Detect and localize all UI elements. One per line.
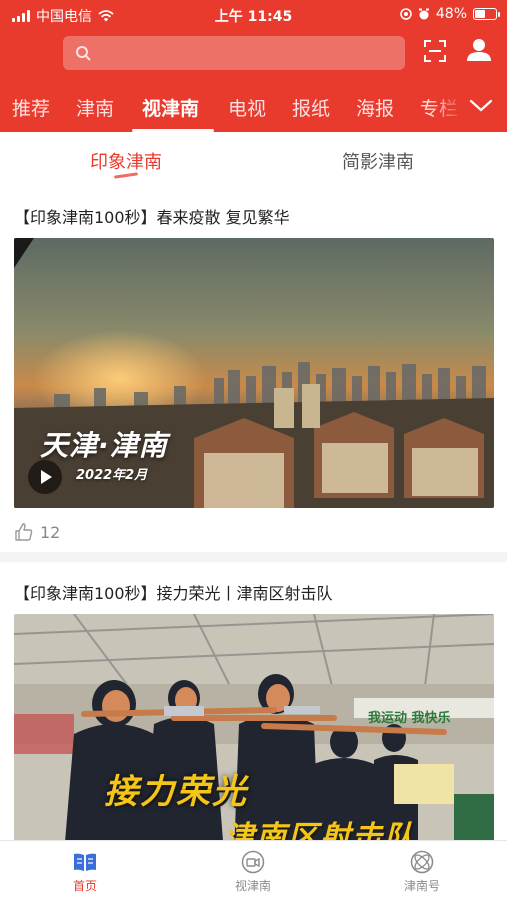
- nav-account-label: 津南号: [403, 879, 440, 893]
- tab-tv[interactable]: 电视: [228, 94, 266, 121]
- book-icon: [74, 853, 96, 871]
- video-card[interactable]: 【印象津南100秒】春来疫散 复见繁华 天津·津南 2022年2月 12: [0, 188, 507, 562]
- nav-video[interactable]: 视津南: [203, 847, 303, 894]
- video-overlay-title: 天津·津南: [40, 429, 168, 462]
- user-icon[interactable]: [466, 38, 492, 62]
- shooting-team-image: [14, 614, 494, 840]
- nav-home[interactable]: 首页: [35, 847, 135, 894]
- video-camera-icon: [241, 850, 265, 874]
- video-title[interactable]: 【印象津南100秒】接力荣光丨津南区射击队: [14, 580, 333, 604]
- tab-newspaper[interactable]: 报纸: [292, 94, 330, 121]
- card-separator: [0, 552, 507, 562]
- thumbs-up-icon: [15, 523, 33, 541]
- sub-tab-bar: 印象津南 简影津南: [0, 132, 507, 188]
- video-overlay-title: 接力荣光: [104, 772, 248, 812]
- scan-icon[interactable]: [424, 40, 446, 62]
- video-thumbnail[interactable]: 天津·津南 2022年2月: [14, 238, 494, 508]
- like-count: 12: [40, 522, 61, 542]
- search-icon: [76, 46, 91, 61]
- video-feed: 【印象津南100秒】春来疫散 复见繁华 天津·津南 2022年2月 12 【印象…: [0, 188, 507, 840]
- alarm-icon: [418, 8, 429, 20]
- top-tab-bar: 推荐 津南 视津南 电视 报纸 海报 专栏: [0, 88, 507, 132]
- tab-jinnan[interactable]: 津南: [76, 94, 114, 121]
- status-bar: 中国电信 上午 11:45 48%: [0, 0, 507, 28]
- chevron-down-icon: [469, 99, 493, 112]
- video-title[interactable]: 【印象津南100秒】春来疫散 复见繁华: [14, 204, 290, 228]
- subtab-snapshot-jinnan[interactable]: 简影津南: [342, 148, 414, 174]
- nav-video-label: 视津南: [234, 879, 271, 893]
- tab-video-jinnan[interactable]: 视津南: [142, 94, 199, 121]
- banner-slogan: 我运动 我快乐: [368, 711, 451, 726]
- battery-icon: [473, 8, 500, 20]
- tab-recommend[interactable]: 推荐: [12, 94, 50, 121]
- play-button[interactable]: [28, 460, 62, 494]
- video-card[interactable]: 【印象津南100秒】接力荣光丨津南区射击队 我运动 我快乐 接力荣光 津南区射击…: [0, 562, 507, 840]
- app-header: 中国电信 上午 11:45 48% 推荐 津南 视津南 电视 报纸 海报: [0, 0, 507, 132]
- battery-percent: 48%: [435, 6, 467, 22]
- orbit-icon: [410, 850, 434, 874]
- subtab-impression-jinnan[interactable]: 印象津南: [90, 148, 162, 174]
- video-overlay-date: 2022年2月: [76, 468, 148, 483]
- tab-poster[interactable]: 海报: [356, 94, 394, 121]
- nav-home-label: 首页: [72, 879, 97, 893]
- search-bar[interactable]: [63, 36, 405, 70]
- like-button[interactable]: 12: [14, 522, 60, 542]
- video-overlay-subtitle: 津南区射击队: [224, 820, 416, 840]
- more-tabs-button[interactable]: [430, 88, 507, 132]
- nav-account[interactable]: 津南号: [372, 847, 472, 894]
- bottom-nav: 首页 视津南 津南号: [0, 840, 507, 900]
- video-thumbnail[interactable]: 我运动 我快乐 接力荣光 津南区射击队: [14, 614, 494, 840]
- location-lock-icon: [400, 8, 412, 20]
